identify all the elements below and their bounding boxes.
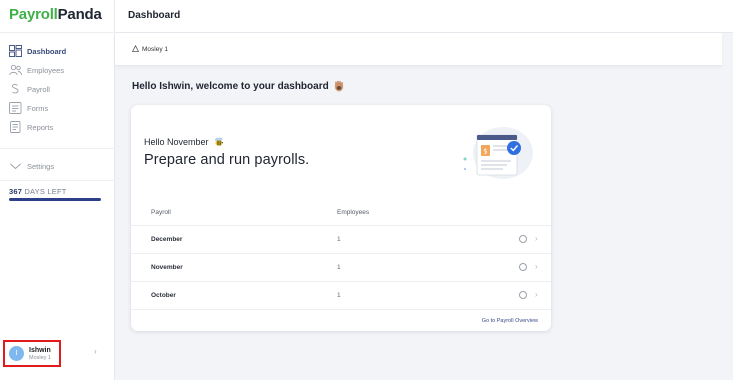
sidebar-item-label: Dashboard — [27, 46, 67, 56]
user-company: Mosley 1 — [29, 354, 52, 361]
days-left-progress — [9, 198, 101, 201]
status-circle-icon — [519, 291, 527, 299]
employee-count: 1 — [337, 236, 341, 243]
payroll-month: October — [151, 292, 176, 299]
logo-text-panda: Panda — [57, 6, 102, 23]
status-circle-icon — [519, 235, 527, 243]
breadcrumb: Mosley 1 — [115, 33, 722, 66]
sidebar-divider — [0, 180, 115, 181]
chevron-right-icon[interactable]: › — [94, 347, 97, 356]
table-row[interactable]: November 1 › — [131, 253, 551, 281]
company-selector[interactable]: Mosley 1 — [131, 44, 169, 54]
sidebar-item-payroll[interactable]: Payroll — [9, 82, 50, 96]
welcome-heading: Hello Ishwin, welcome to your dashboard — [132, 80, 345, 92]
welcome-text: Hello Ishwin, welcome to your dashboard — [132, 80, 329, 92]
logo-divider — [0, 32, 115, 33]
table-row[interactable]: December 1 › — [131, 225, 551, 253]
sidebar-item-label: Settings — [27, 161, 55, 171]
days-left-label: 367 DAYS LEFT — [9, 187, 67, 196]
sidebar-item-dashboard[interactable]: Dashboard — [9, 44, 66, 58]
table-row[interactable]: October 1 › — [131, 281, 551, 309]
status-circle-icon — [519, 263, 527, 271]
user-info: Ishwin Mosley 1 — [29, 346, 51, 362]
sidebar-divider — [0, 148, 115, 149]
payroll-month: November — [151, 264, 183, 271]
sidebar-item-settings[interactable]: Settings — [9, 159, 54, 173]
sidebar-item-reports[interactable]: Reports — [9, 120, 53, 134]
payroll-icon — [9, 83, 22, 95]
svg-text:$: $ — [483, 148, 487, 156]
sidebar-item-label: Employees — [27, 65, 65, 75]
chevron-right-icon[interactable]: › — [535, 290, 538, 299]
page-title: Dashboard — [128, 10, 181, 21]
card-subtitle-text: Hello November — [144, 137, 209, 147]
company-icon — [131, 44, 140, 54]
user-name: Ishwin — [29, 346, 51, 354]
payroll-month: December — [151, 236, 183, 243]
payroll-card: Hello November Prepare and run payrolls.… — [131, 105, 551, 331]
bee-icon — [213, 136, 225, 148]
sidebar-item-employees[interactable]: Employees — [9, 63, 64, 77]
company-name: Mosley 1 — [142, 46, 169, 53]
app-logo[interactable]: PayrollPanda — [9, 6, 102, 23]
logo-text-payroll: Payroll — [9, 6, 58, 23]
avatar: I — [9, 346, 24, 361]
employee-count: 1 — [337, 292, 341, 299]
reports-icon — [9, 121, 22, 133]
days-left-number: 367 — [9, 187, 23, 196]
chevron-right-icon[interactable]: › — [535, 262, 538, 271]
sidebar-item-label: Reports — [27, 122, 54, 132]
sidebar-item-label: Payroll — [27, 84, 50, 94]
employees-icon — [9, 64, 22, 76]
dashboard-icon — [9, 45, 22, 57]
column-header-payroll: Payroll — [151, 209, 171, 216]
chevron-right-icon[interactable]: › — [535, 234, 538, 243]
user-profile-button[interactable]: I Ishwin Mosley 1 — [3, 340, 61, 367]
employee-count: 1 — [337, 264, 341, 271]
days-left-progress-fill — [9, 198, 101, 201]
top-bar: Dashboard — [115, 0, 733, 33]
days-left-text: DAYS LEFT — [24, 187, 67, 196]
chevron-down-icon — [9, 160, 22, 172]
card-subtitle: Hello November — [144, 136, 225, 148]
sidebar-item-label: Forms — [27, 103, 49, 113]
card-title: Prepare and run payrolls. — [144, 152, 310, 168]
waving-hand-icon — [333, 80, 345, 92]
payroll-illustration-icon: $ — [459, 125, 533, 183]
payroll-overview-link[interactable]: Go to Payroll Overview — [482, 318, 538, 324]
forms-icon — [9, 102, 22, 114]
card-footer: Go to Payroll Overview — [131, 309, 551, 331]
table-header: Payroll Employees — [131, 205, 551, 225]
column-header-employees: Employees — [337, 209, 370, 216]
sidebar-item-forms[interactable]: Forms — [9, 101, 48, 115]
sidebar: PayrollPanda Dashboard Employees Payroll… — [0, 0, 115, 380]
